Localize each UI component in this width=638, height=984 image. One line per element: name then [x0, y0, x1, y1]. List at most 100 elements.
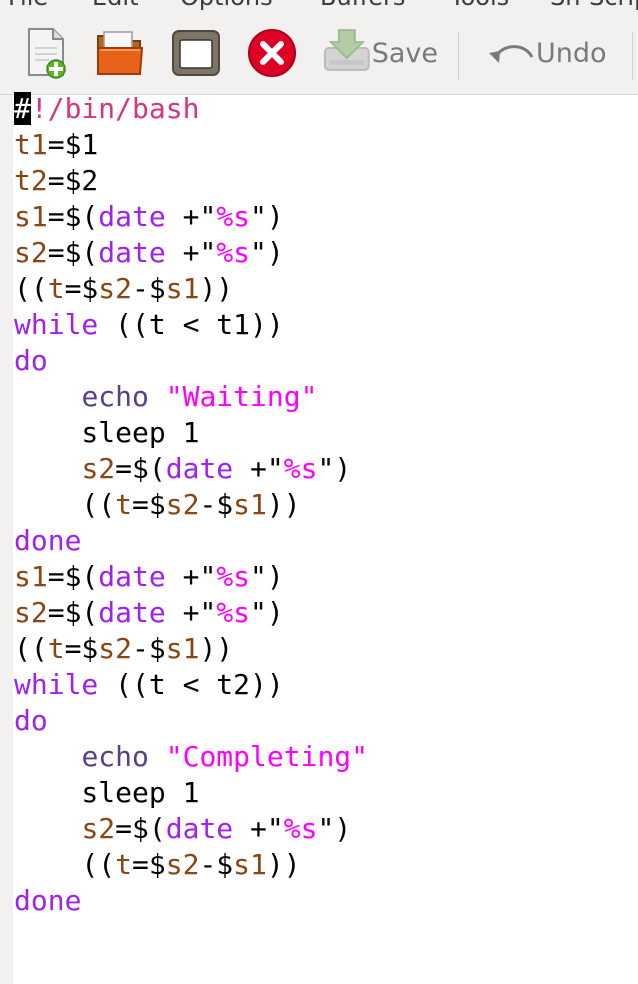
code-token-plain: )): [199, 632, 234, 665]
code-token-plain: ((t < t2)): [98, 668, 284, 701]
close-icon: [248, 29, 296, 77]
code-token-plain: =$2: [47, 164, 99, 197]
close-buffer-button[interactable]: [245, 12, 299, 94]
code-token-keyword: date: [165, 812, 234, 845]
code-token-keyword: date: [165, 452, 234, 485]
code-view[interactable]: #!/bin/bash t1=$1 t2=$2 s1=$(date +"%s") s2=…: [14, 91, 368, 919]
text-cursor: #: [14, 92, 31, 125]
code-line[interactable]: s1=$(date +"%s"): [14, 199, 368, 235]
code-line[interactable]: s2=$(date +"%s"): [14, 451, 368, 487]
code-line[interactable]: echo "Waiting": [14, 379, 368, 415]
code-line[interactable]: done: [14, 883, 368, 919]
new-file-icon: [28, 28, 66, 79]
code-token-plain: )): [199, 272, 234, 305]
code-line[interactable]: done: [14, 523, 368, 559]
code-token-plain: =$(: [47, 560, 99, 593]
code-line[interactable]: sleep 1: [14, 415, 368, 451]
code-token-string: %s: [216, 560, 251, 593]
code-line[interactable]: ((t=$s2-$s1)): [14, 271, 368, 307]
toolbar-separator: [632, 32, 633, 80]
code-token-plain: sleep 1: [14, 776, 200, 809]
code-line[interactable]: s2=$(date +"%s"): [14, 595, 368, 631]
save-button[interactable]: Save: [322, 12, 438, 94]
toolbar: Save Undo: [0, 12, 638, 95]
code-line[interactable]: s1=$(date +"%s"): [14, 559, 368, 595]
undo-button[interactable]: Undo: [486, 12, 610, 94]
menu-file[interactable]: File: [8, 0, 48, 11]
code-line[interactable]: while ((t < t1)): [14, 307, 368, 343]
code-token-plain: "): [250, 236, 284, 269]
code-token-plain: "): [317, 452, 352, 485]
code-token-plain: "): [250, 560, 284, 593]
code-line[interactable]: echo "Completing": [14, 739, 368, 775]
code-token-var: t2: [14, 164, 48, 197]
code-token-plain: +": [165, 596, 217, 629]
new-file-button[interactable]: [24, 12, 70, 94]
code-token-keyword: do: [14, 344, 48, 377]
code-token-var: t: [115, 488, 133, 521]
menu-sh-script[interactable]: Sh-Script: [550, 0, 638, 11]
code-token-builtin: echo: [81, 380, 149, 413]
code-token-plain: -$: [199, 488, 234, 521]
code-token-string: %s: [216, 200, 251, 233]
dired-button[interactable]: [170, 12, 222, 94]
code-token-plain: ((: [14, 632, 48, 665]
save-label: Save: [371, 37, 438, 69]
code-line[interactable]: t1=$1: [14, 127, 368, 163]
code-token-var: s2: [81, 812, 116, 845]
code-token-keyword: done: [14, 884, 82, 917]
code-line[interactable]: ((t=$s2-$s1)): [14, 631, 368, 667]
code-token-keyword: while: [14, 308, 99, 341]
code-token-plain: "): [250, 200, 284, 233]
undo-icon: [489, 45, 534, 63]
code-line[interactable]: t2=$2: [14, 163, 368, 199]
code-token-plain: =$(: [115, 452, 166, 485]
code-line[interactable]: do: [14, 343, 368, 379]
code-token-plain: =$: [132, 488, 166, 521]
code-token-plain: =$(: [115, 812, 166, 845]
code-token-var: s1: [233, 488, 267, 521]
code-token-keyword: do: [14, 704, 48, 737]
code-line[interactable]: s2=$(date +"%s"): [14, 811, 368, 847]
code-token-string: %s: [216, 596, 251, 629]
code-token-var: s2: [14, 236, 48, 269]
code-token-plain: +": [233, 812, 284, 845]
code-token-keyword: date: [98, 200, 166, 233]
code-token-keyword: done: [14, 524, 82, 557]
code-token-plain: +": [165, 560, 217, 593]
fringe: [0, 95, 13, 984]
code-token-plain: -$: [132, 272, 166, 305]
code-line[interactable]: while ((t < t2)): [14, 667, 368, 703]
code-token-var: t: [47, 272, 65, 305]
menu-tools[interactable]: Tools: [450, 0, 509, 11]
code-token-plain: ((: [14, 488, 116, 521]
menu-buffers[interactable]: Buffers: [320, 0, 405, 11]
code-token-string: "Completing": [165, 740, 369, 773]
code-token-var: t1: [14, 128, 48, 161]
open-file-button[interactable]: [94, 12, 146, 94]
code-token-plain: ((: [14, 848, 116, 881]
code-token-plain: =$: [132, 848, 166, 881]
code-token-var: s1: [165, 272, 200, 305]
code-token-keyword: date: [98, 596, 166, 629]
code-line[interactable]: sleep 1: [14, 775, 368, 811]
code-line[interactable]: do: [14, 703, 368, 739]
code-token-string: "Waiting": [165, 380, 318, 413]
code-token-keyword: date: [98, 560, 166, 593]
code-token-var: t: [115, 848, 133, 881]
menu-options[interactable]: Options: [180, 0, 273, 11]
code-line[interactable]: #!/bin/bash: [14, 91, 368, 127]
editor-area[interactable]: #!/bin/bash t1=$1 t2=$2 s1=$(date +"%s") s2=…: [0, 92, 638, 984]
menu-edit[interactable]: Edit: [92, 0, 138, 11]
toolbar-separator: [458, 32, 459, 80]
window-icon: [172, 30, 220, 76]
code-token-plain: sleep 1: [14, 416, 200, 449]
code-line[interactable]: ((t=$s2-$s1)): [14, 487, 368, 523]
code-token-var: s2: [14, 596, 48, 629]
code-line[interactable]: ((t=$s2-$s1)): [14, 847, 368, 883]
menu-bar: File Edit Options Buffers Tools Sh-Scrip…: [0, 0, 638, 12]
code-line[interactable]: s2=$(date +"%s"): [14, 235, 368, 271]
